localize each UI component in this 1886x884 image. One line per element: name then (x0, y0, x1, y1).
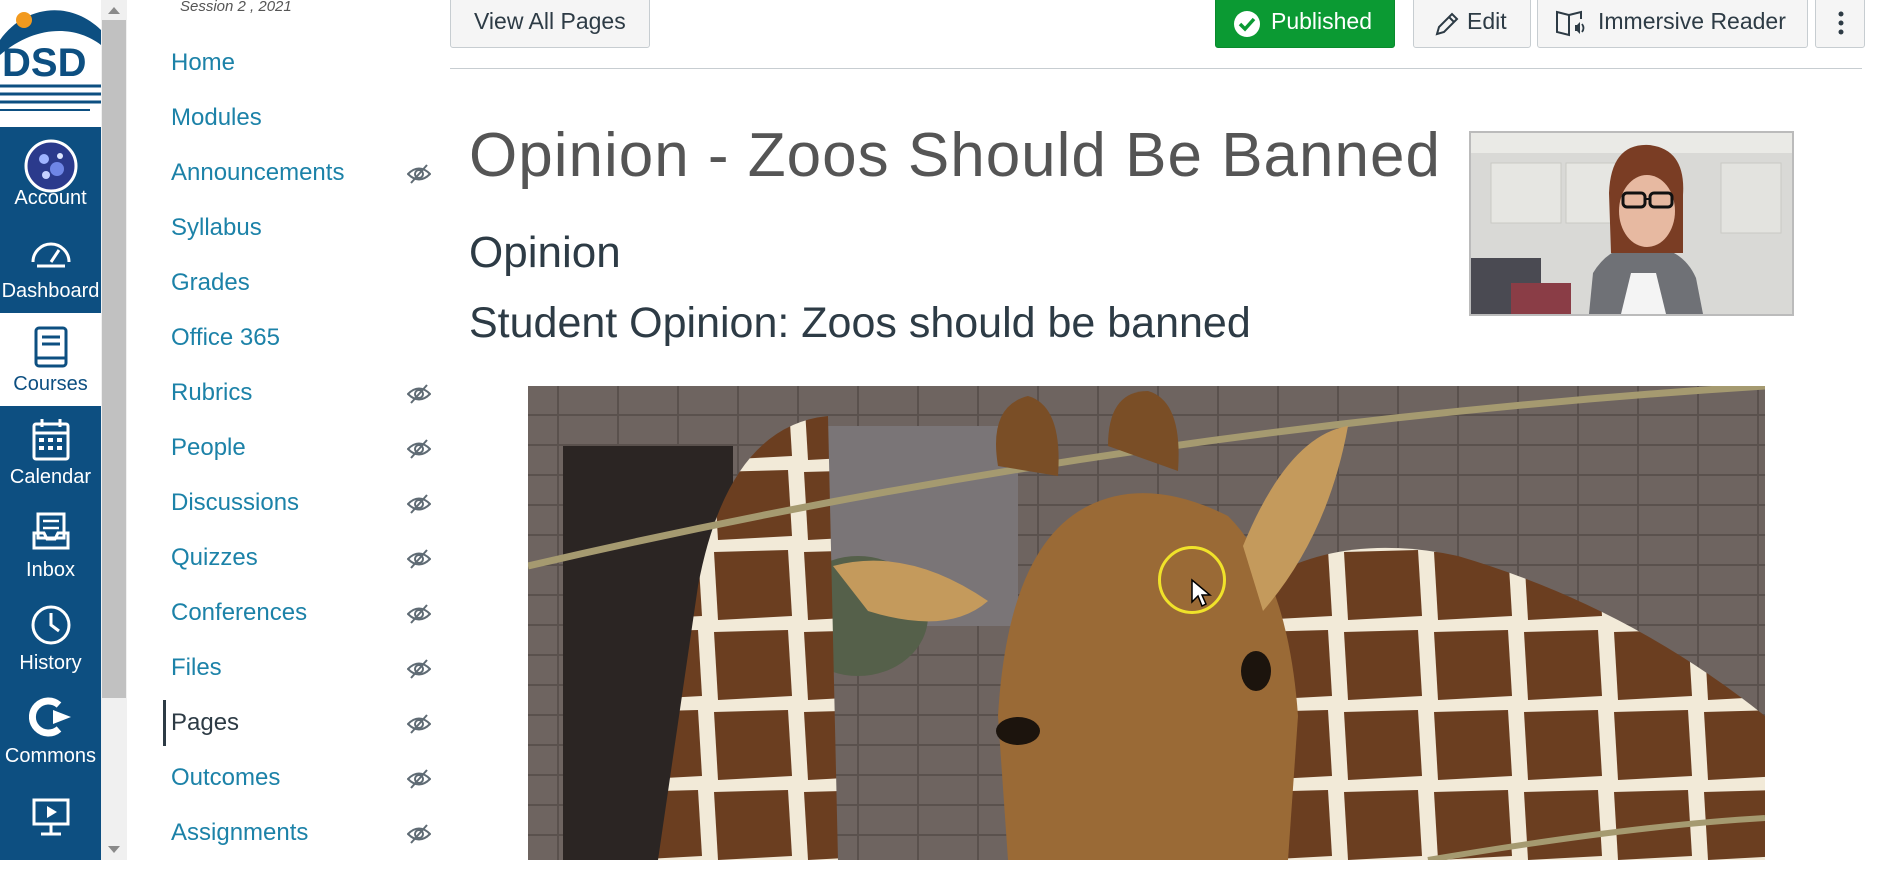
content-subheading: Student Opinion: Zoos should be banned (469, 299, 1251, 347)
course-nav-item[interactable]: Conferences (171, 593, 432, 633)
published-button[interactable]: Published (1215, 0, 1395, 48)
course-nav-item[interactable]: Quizzes (171, 538, 432, 578)
course-nav-item[interactable]: Assignments (171, 813, 432, 853)
course-nav-item-label: Files (171, 654, 222, 681)
global-navigation: DSD Account Dashboard Courses Calendar I… (0, 0, 101, 883)
nav-courses-label: Courses (13, 373, 88, 395)
course-nav-item-label: Modules (171, 104, 262, 131)
course-session-label: Session 2 , 2021 (180, 0, 292, 15)
logo-text: DSD (2, 41, 86, 85)
hidden-eye-icon (406, 823, 432, 850)
course-nav-item-label: Syllabus (171, 214, 262, 241)
course-nav-item[interactable]: Syllabus (171, 208, 421, 248)
dashboard-icon (29, 232, 73, 277)
commons-icon (28, 697, 73, 742)
district-logo[interactable]: DSD (0, 0, 101, 127)
hidden-eye-icon (406, 713, 432, 740)
calendar-icon (31, 418, 71, 467)
nav-inbox[interactable]: Inbox (0, 499, 101, 592)
studio-icon (31, 797, 71, 842)
history-icon (30, 604, 72, 651)
course-nav-item-label: Rubrics (171, 379, 253, 406)
immersive-reader-icon (1555, 9, 1587, 43)
nav-scrollbar[interactable] (101, 0, 127, 860)
scroll-down-arrow-icon[interactable] (108, 846, 120, 853)
edit-label: Edit (1467, 8, 1507, 34)
course-nav-item-label: Conferences (171, 599, 308, 626)
webcam-overlay (1469, 131, 1794, 316)
course-nav-item[interactable]: Announcements (171, 153, 432, 193)
nav-courses[interactable]: Courses (0, 313, 101, 406)
course-nav-item[interactable]: Modules (171, 98, 421, 138)
nav-calendar[interactable]: Calendar (0, 406, 101, 499)
hidden-eye-icon (406, 493, 432, 520)
course-nav-item-label: Discussions (171, 489, 300, 516)
immersive-reader-label: Immersive Reader (1598, 8, 1786, 34)
course-nav-item[interactable]: Discussions (171, 483, 432, 523)
hidden-eye-icon (406, 548, 432, 575)
more-options-button[interactable] (1815, 0, 1865, 48)
course-nav-item-label: Outcomes (171, 764, 281, 791)
pencil-icon (1434, 11, 1460, 43)
check-circle-icon (1233, 10, 1261, 44)
course-nav-item-label: Quizzes (171, 544, 258, 571)
course-nav-item[interactable]: People (171, 428, 432, 468)
mouse-pointer-icon (1190, 578, 1213, 613)
course-nav-item[interactable]: Rubrics (171, 373, 432, 413)
hidden-eye-icon (406, 383, 432, 410)
nav-studio-label: Studio (22, 861, 79, 883)
course-nav-item[interactable]: Pages (171, 703, 432, 743)
hidden-eye-icon (406, 768, 432, 795)
nav-history[interactable]: History (0, 592, 101, 685)
hidden-eye-icon (406, 438, 432, 465)
view-all-pages-label: View All Pages (474, 8, 626, 34)
scroll-up-arrow-icon[interactable] (108, 7, 120, 14)
course-nav-item[interactable]: Outcomes (171, 758, 432, 798)
toolbar-divider (450, 68, 1862, 69)
course-navigation: Session 2 , 2021 Home Modules Announcement… (127, 0, 432, 860)
scrollbar-thumb[interactable] (102, 20, 126, 698)
course-nav-item-label: Home (171, 49, 236, 76)
course-nav-item-label: Assignments (171, 819, 309, 846)
course-nav-item-label: Grades (171, 269, 250, 296)
course-nav-item-label: Office 365 (171, 324, 280, 351)
active-item-indicator (163, 700, 166, 746)
hidden-eye-icon (406, 658, 432, 685)
view-all-pages-button[interactable]: View All Pages (450, 0, 650, 48)
nav-inbox-label: Inbox (26, 559, 75, 581)
nav-calendar-label: Calendar (9, 466, 92, 488)
course-nav-item[interactable]: Office 365 (171, 318, 421, 358)
published-label: Published (1271, 8, 1373, 34)
nav-dashboard-label: Dashboard (1, 280, 100, 302)
content-heading: Opinion (469, 228, 621, 277)
course-nav-item[interactable]: Files (171, 648, 432, 688)
course-nav-item[interactable]: Home (171, 43, 421, 83)
kebab-menu-icon (1838, 10, 1844, 42)
nav-commons-label: Commons (4, 745, 97, 767)
page-title: Opinion - Zoos Should Be Banned (469, 121, 1441, 190)
nav-history-label: History (19, 652, 82, 674)
inbox-icon (31, 511, 71, 556)
nav-account[interactable]: Account (0, 127, 101, 220)
immersive-reader-button[interactable]: Immersive Reader (1537, 0, 1808, 48)
course-nav-item[interactable]: Grades (171, 263, 421, 303)
hidden-eye-icon (406, 603, 432, 630)
nav-studio[interactable]: Studio (0, 785, 101, 883)
edit-button[interactable]: Edit (1413, 0, 1531, 48)
course-nav-item-label: Announcements (171, 159, 345, 186)
nav-dashboard[interactable]: Dashboard (0, 220, 101, 313)
course-nav-item-label: People (171, 434, 246, 461)
giraffe-photo (528, 386, 1765, 860)
nav-account-label: Account (14, 187, 87, 209)
nav-commons[interactable]: Commons (0, 685, 101, 778)
course-nav-item-label: Pages (171, 709, 240, 736)
courses-icon (33, 325, 69, 374)
hidden-eye-icon (406, 163, 432, 190)
